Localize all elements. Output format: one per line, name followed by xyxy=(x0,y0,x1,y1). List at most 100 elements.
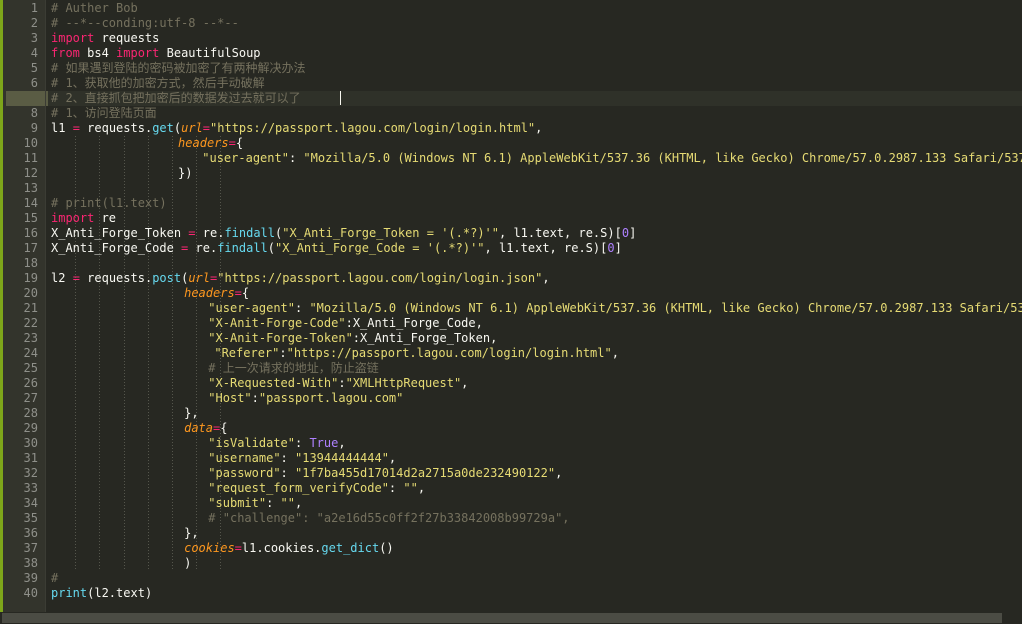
code-token-com: # 如果遇到登陆的密码被加密了有两种解决办法 xyxy=(51,61,306,75)
code-line[interactable]: from bs4 import BeautifulSoup xyxy=(51,46,261,61)
code-line[interactable]: "user-agent": "Mozilla/5.0 (Windows NT 6… xyxy=(51,151,1022,166)
line-number[interactable]: 31 xyxy=(24,451,38,466)
code-line[interactable]: "user-agent": "Mozilla/5.0 (Windows NT 6… xyxy=(51,301,1022,316)
code-line[interactable]: "X-Anit-Forge-Token":X_Anti_Forge_Token, xyxy=(51,331,497,346)
code-line[interactable]: # 1、访问登陆页面 xyxy=(51,106,157,121)
line-number[interactable]: 30 xyxy=(24,436,38,451)
line-number[interactable]: 11 xyxy=(24,151,38,166)
code-line[interactable]: l2 = requests.post(url="https://passport… xyxy=(51,271,550,286)
line-number[interactable]: 29 xyxy=(24,421,38,436)
code-token-pun: ) xyxy=(144,586,153,600)
line-number[interactable]: 8 xyxy=(31,106,38,121)
code-line[interactable]: data={ xyxy=(51,421,227,436)
line-number[interactable]: 37 xyxy=(24,541,38,556)
code-token-str: "X-Anit-Forge-Token" xyxy=(208,331,353,345)
line-number[interactable]: 12 xyxy=(24,166,38,181)
code-token-str: "user-agent" xyxy=(208,301,295,315)
line-number[interactable]: 33 xyxy=(24,481,38,496)
code-token-txt: X_Anti_Forge_Token, xyxy=(360,331,498,345)
code-line[interactable]: "X-Requested-With":"XMLHttpRequest", xyxy=(51,376,468,391)
line-number[interactable]: 1 xyxy=(31,1,38,16)
code-line[interactable]: # 如果遇到登陆的密码被加密了有两种解决办法 xyxy=(51,61,305,76)
line-number[interactable]: 23 xyxy=(24,331,38,346)
code-line[interactable]: import re xyxy=(51,211,116,226)
code-line[interactable]: "isValidate": True, xyxy=(51,436,346,451)
line-number[interactable]: 34 xyxy=(24,496,38,511)
code-line[interactable]: # 上一次请求的地址，防止盗链 xyxy=(51,361,378,376)
code-editor[interactable]: # Auther Bob # --*--conding:utf-8 --*-- im… xyxy=(0,0,1022,624)
code-line[interactable]: # xyxy=(51,571,58,586)
code-token-txt: ] xyxy=(629,226,637,240)
code-line[interactable]: # Auther Bob xyxy=(51,1,138,16)
line-number[interactable]: 36 xyxy=(24,526,38,541)
code-token-pun: , xyxy=(338,436,346,450)
line-number-gutter[interactable]: 1234567891011121314151617181920212223242… xyxy=(3,0,48,612)
line-number[interactable]: 10 xyxy=(24,136,38,151)
line-number[interactable]: 9 xyxy=(31,121,38,136)
code-line[interactable]: # --*--conding:utf-8 --*-- xyxy=(51,16,239,31)
code-line[interactable]: headers={ xyxy=(51,286,249,301)
line-number[interactable]: 24 xyxy=(24,346,38,361)
line-number[interactable]: 27 xyxy=(24,391,38,406)
code-line[interactable]: "submit": "", xyxy=(51,496,302,511)
line-number[interactable]: 26 xyxy=(24,376,38,391)
code-line[interactable]: # "challenge": "a2e16d55c0ff2f27b3384200… xyxy=(51,511,569,526)
code-line[interactable]: cookies=l1.cookies.get_dict() xyxy=(51,541,394,556)
horizontal-scrollbar-thumb[interactable] xyxy=(2,613,1002,623)
code-token-pun: }, xyxy=(184,406,199,420)
code-token-str: "submit" xyxy=(208,496,267,510)
code-line[interactable]: # 1、获取他的加密方式，然后手动破解 xyxy=(51,76,265,91)
code-line[interactable]: "X-Anit-Forge-Code":X_Anti_Forge_Code, xyxy=(51,316,483,331)
line-number[interactable]: 2 xyxy=(31,16,38,31)
line-number[interactable]: 4 xyxy=(31,46,38,61)
line-number[interactable]: 22 xyxy=(24,316,38,331)
code-token-com: # print(l1.text) xyxy=(51,196,167,210)
code-token-pun: ) xyxy=(184,556,192,570)
code-line[interactable]: "request_form_verifyCode": "", xyxy=(51,481,425,496)
code-token-pun: : xyxy=(295,301,310,315)
line-number[interactable]: 25 xyxy=(24,361,38,376)
line-number[interactable]: 32 xyxy=(24,466,38,481)
code-token-txt: requests xyxy=(79,121,145,135)
code-token-str: "password" xyxy=(208,466,281,480)
line-number[interactable]: 15 xyxy=(24,211,38,226)
line-number[interactable]: 18 xyxy=(24,256,38,271)
code-line[interactable]: }, xyxy=(51,406,199,421)
line-number[interactable]: 5 xyxy=(31,61,38,76)
line-number[interactable]: 19 xyxy=(24,271,38,286)
line-number[interactable]: 14 xyxy=(24,196,38,211)
code-line[interactable]: "Host":"passport.lagou.com" xyxy=(51,391,403,406)
code-line[interactable]: # 2、直接抓包把加密后的数据发过去就可以了 xyxy=(51,91,301,106)
code-line[interactable]: print(l2.text) xyxy=(51,586,152,601)
code-line[interactable]: "Referer":"https://passport.lagou.com/lo… xyxy=(51,346,619,361)
code-line[interactable]: X_Anti_Forge_Code = re.findall("X_Anti_F… xyxy=(51,241,622,256)
line-number[interactable]: 20 xyxy=(24,286,38,301)
code-content-area[interactable]: # Auther Bob # --*--conding:utf-8 --*-- im… xyxy=(46,0,1022,612)
code-line[interactable]: }) xyxy=(51,166,192,181)
code-line[interactable]: import requests xyxy=(51,31,159,46)
code-line[interactable]: X_Anti_Forge_Token = re.findall("X_Anti_… xyxy=(51,226,636,241)
line-number[interactable]: 40 xyxy=(24,586,38,601)
line-number[interactable]: 3 xyxy=(31,31,38,46)
code-token-pun: , xyxy=(484,241,499,255)
line-number[interactable]: 28 xyxy=(24,406,38,421)
code-token-txt: BeautifulSoup xyxy=(159,46,261,60)
line-number[interactable]: 13 xyxy=(24,181,38,196)
code-line[interactable]: }, xyxy=(51,526,198,541)
line-number[interactable]: 6 xyxy=(31,76,38,91)
code-token-str: "https://passport.lagou.com/login/login.… xyxy=(210,121,536,135)
code-line[interactable]: # print(l1.text) xyxy=(51,196,167,211)
code-line[interactable]: "password": "1f7ba455d17014d2a2715a0de23… xyxy=(51,466,562,481)
code-line[interactable]: "username": "13944444444", xyxy=(51,451,396,466)
line-number[interactable]: 16 xyxy=(24,226,38,241)
line-number[interactable]: 21 xyxy=(24,301,38,316)
code-line[interactable]: ) xyxy=(51,556,191,571)
code-line[interactable]: headers={ xyxy=(51,136,243,151)
line-number[interactable]: 38 xyxy=(24,556,38,571)
line-number[interactable]: 17 xyxy=(24,241,38,256)
line-number[interactable]: 39 xyxy=(24,571,38,586)
line-number[interactable]: 35 xyxy=(24,511,38,526)
code-token-txt: ] xyxy=(614,241,622,255)
code-line[interactable]: l1 = requests.get(url="https://passport.… xyxy=(51,121,542,136)
horizontal-scrollbar-track[interactable] xyxy=(0,612,1022,624)
